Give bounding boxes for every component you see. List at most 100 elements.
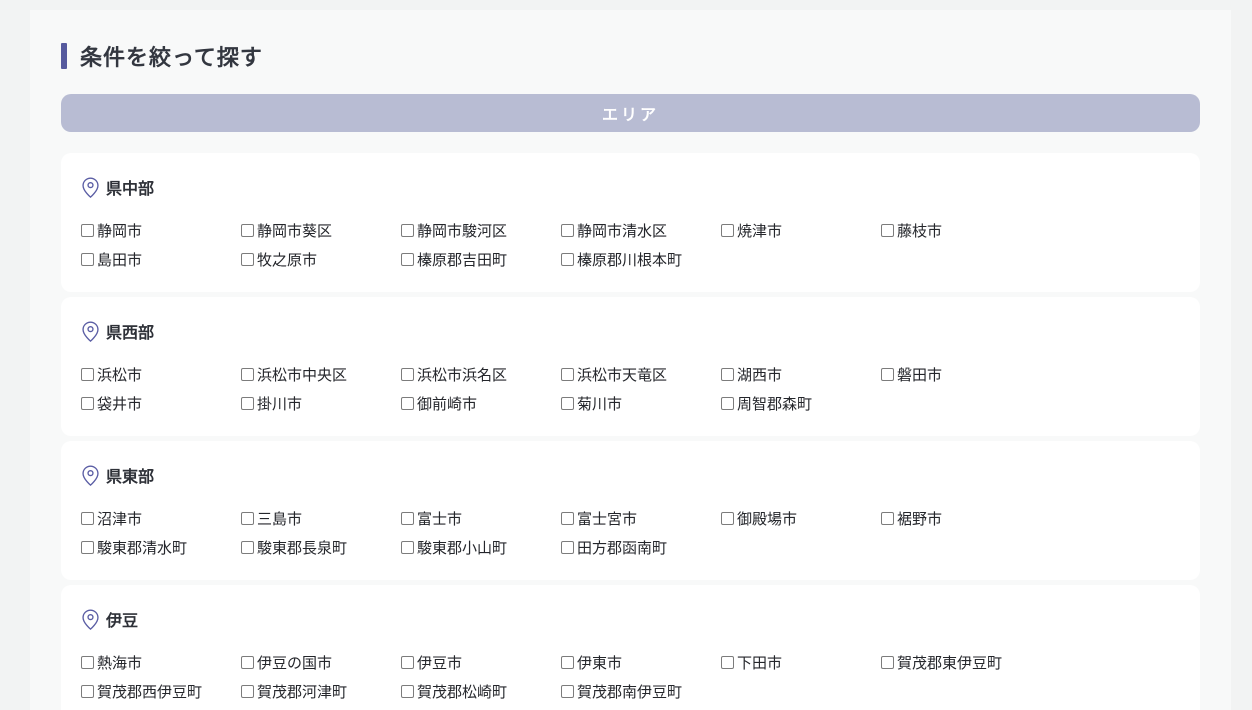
area-checkbox-item[interactable]: 三島市	[241, 508, 401, 528]
area-checkbox[interactable]	[721, 512, 734, 525]
area-checkbox-item[interactable]: 裾野市	[881, 508, 1041, 528]
area-checkbox-item[interactable]: 富士市	[401, 508, 561, 528]
area-checkbox[interactable]	[81, 685, 94, 698]
area-checkbox-item[interactable]: 賀茂郡西伊豆町	[81, 681, 241, 701]
area-checkbox-item[interactable]: 伊東市	[561, 652, 721, 672]
area-checkbox[interactable]	[81, 224, 94, 237]
area-checkbox-item[interactable]: 賀茂郡河津町	[241, 681, 401, 701]
area-checkbox-item[interactable]: 駿東郡清水町	[81, 537, 241, 557]
area-checkbox[interactable]	[81, 368, 94, 381]
area-checkbox-item[interactable]: 賀茂郡東伊豆町	[881, 652, 1041, 672]
area-checkbox-item[interactable]: 牧之原市	[241, 249, 401, 269]
area-group-card: 県東部 沼津市 三島市 富士市 富士宮市 御殿場市 裾野市 駿東郡清水町 駿東郡…	[61, 441, 1200, 580]
area-group-card: 県西部 浜松市 浜松市中央区 浜松市浜名区 浜松市天竜区 湖西市 磐田市 袋井市…	[61, 297, 1200, 436]
area-checkbox[interactable]	[721, 397, 734, 410]
area-checkbox-label: 島田市	[97, 249, 142, 270]
area-checkbox-item[interactable]: 伊豆の国市	[241, 652, 401, 672]
area-checkbox-item[interactable]: 賀茂郡松崎町	[401, 681, 561, 701]
area-checkbox-label: 裾野市	[897, 508, 942, 529]
area-checkbox-item[interactable]: 磐田市	[881, 364, 1041, 384]
area-checkbox-item[interactable]: 熱海市	[81, 652, 241, 672]
area-checkbox[interactable]	[81, 512, 94, 525]
area-checkbox-item[interactable]: 田方郡函南町	[561, 537, 721, 557]
area-checkbox-label: 伊豆の国市	[257, 652, 332, 673]
area-checkbox[interactable]	[881, 224, 894, 237]
area-checkbox[interactable]	[881, 656, 894, 669]
area-checkbox-label: 藤枝市	[897, 220, 942, 241]
area-checkbox[interactable]	[241, 368, 254, 381]
area-checkbox[interactable]	[81, 656, 94, 669]
area-checkbox-item[interactable]: 御前崎市	[401, 393, 561, 413]
area-checkbox[interactable]	[561, 397, 574, 410]
area-checkbox-item[interactable]: 静岡市	[81, 220, 241, 240]
area-group-heading: 県東部	[81, 463, 1180, 487]
area-checkbox[interactable]	[81, 541, 94, 554]
area-checkbox-item[interactable]: 沼津市	[81, 508, 241, 528]
area-checkbox-item[interactable]: 富士宮市	[561, 508, 721, 528]
area-checkbox-item[interactable]: 藤枝市	[881, 220, 1041, 240]
area-checkbox[interactable]	[241, 397, 254, 410]
area-checkbox-item[interactable]: 周智郡森町	[721, 393, 881, 413]
area-checkbox[interactable]	[81, 253, 94, 266]
area-checkbox-item[interactable]: 湖西市	[721, 364, 881, 384]
area-checkbox[interactable]	[241, 656, 254, 669]
area-checkbox-label: 静岡市	[97, 220, 142, 241]
area-checkbox[interactable]	[401, 368, 414, 381]
area-checkbox[interactable]	[561, 656, 574, 669]
area-checkbox-label: 牧之原市	[257, 249, 317, 270]
area-checkbox[interactable]	[401, 656, 414, 669]
area-checkbox-item[interactable]: 島田市	[81, 249, 241, 269]
area-checkbox-label: 下田市	[737, 652, 782, 673]
area-checkbox[interactable]	[561, 541, 574, 554]
area-checkbox-item[interactable]: 榛原郡吉田町	[401, 249, 561, 269]
area-checkbox-label: 富士宮市	[577, 508, 637, 529]
content-panel: 条件を絞って探す エリア 県中部 静岡市 静岡市葵区 静岡市駿河区 静岡市清水区	[30, 10, 1231, 710]
area-checkbox-label: 駿東郡長泉町	[257, 537, 347, 558]
area-checkbox-label: 周智郡森町	[737, 393, 812, 414]
area-checkbox[interactable]	[241, 253, 254, 266]
area-checkbox-item[interactable]: 袋井市	[81, 393, 241, 413]
area-checkbox-item[interactable]: 静岡市清水区	[561, 220, 721, 240]
area-checkbox-label: 伊豆市	[417, 652, 462, 673]
area-checkbox-item[interactable]: 御殿場市	[721, 508, 881, 528]
area-checkbox[interactable]	[241, 541, 254, 554]
area-checkbox[interactable]	[561, 253, 574, 266]
area-checkbox[interactable]	[81, 397, 94, 410]
area-checkbox-item[interactable]: 静岡市駿河区	[401, 220, 561, 240]
area-checkbox[interactable]	[401, 224, 414, 237]
area-checkbox-item[interactable]: 榛原郡川根本町	[561, 249, 721, 269]
area-checkbox[interactable]	[401, 397, 414, 410]
area-checkbox-item[interactable]: 焼津市	[721, 220, 881, 240]
area-checkbox-item[interactable]: 浜松市天竜区	[561, 364, 721, 384]
area-checkbox-item[interactable]: 伊豆市	[401, 652, 561, 672]
area-checkbox[interactable]	[561, 685, 574, 698]
area-checkbox[interactable]	[881, 512, 894, 525]
area-checkbox-item[interactable]: 菊川市	[561, 393, 721, 413]
area-checkbox-item[interactable]: 賀茂郡南伊豆町	[561, 681, 721, 701]
area-checkbox[interactable]	[241, 685, 254, 698]
area-checkbox-item[interactable]: 静岡市葵区	[241, 220, 401, 240]
area-checkbox-label: 静岡市清水区	[577, 220, 667, 241]
area-checkbox-item[interactable]: 浜松市浜名区	[401, 364, 561, 384]
area-checkbox-item[interactable]: 駿東郡小山町	[401, 537, 561, 557]
map-pin-icon	[81, 176, 100, 199]
area-checkbox-item[interactable]: 下田市	[721, 652, 881, 672]
area-checkbox[interactable]	[881, 368, 894, 381]
area-checkbox[interactable]	[561, 368, 574, 381]
area-checkbox-item[interactable]: 駿東郡長泉町	[241, 537, 401, 557]
area-checkbox[interactable]	[561, 224, 574, 237]
area-checkbox[interactable]	[721, 224, 734, 237]
area-checkbox-item[interactable]: 浜松市	[81, 364, 241, 384]
area-checkbox[interactable]	[721, 656, 734, 669]
area-checkbox[interactable]	[721, 368, 734, 381]
area-checkbox[interactable]	[401, 253, 414, 266]
area-checkbox[interactable]	[241, 224, 254, 237]
area-checkbox[interactable]	[401, 512, 414, 525]
area-checkbox[interactable]	[401, 541, 414, 554]
area-checkbox[interactable]	[561, 512, 574, 525]
area-checkbox-item[interactable]: 掛川市	[241, 393, 401, 413]
area-checkbox[interactable]	[401, 685, 414, 698]
area-checkbox-item[interactable]: 浜松市中央区	[241, 364, 401, 384]
area-section-label: エリア	[602, 101, 659, 125]
area-checkbox[interactable]	[241, 512, 254, 525]
